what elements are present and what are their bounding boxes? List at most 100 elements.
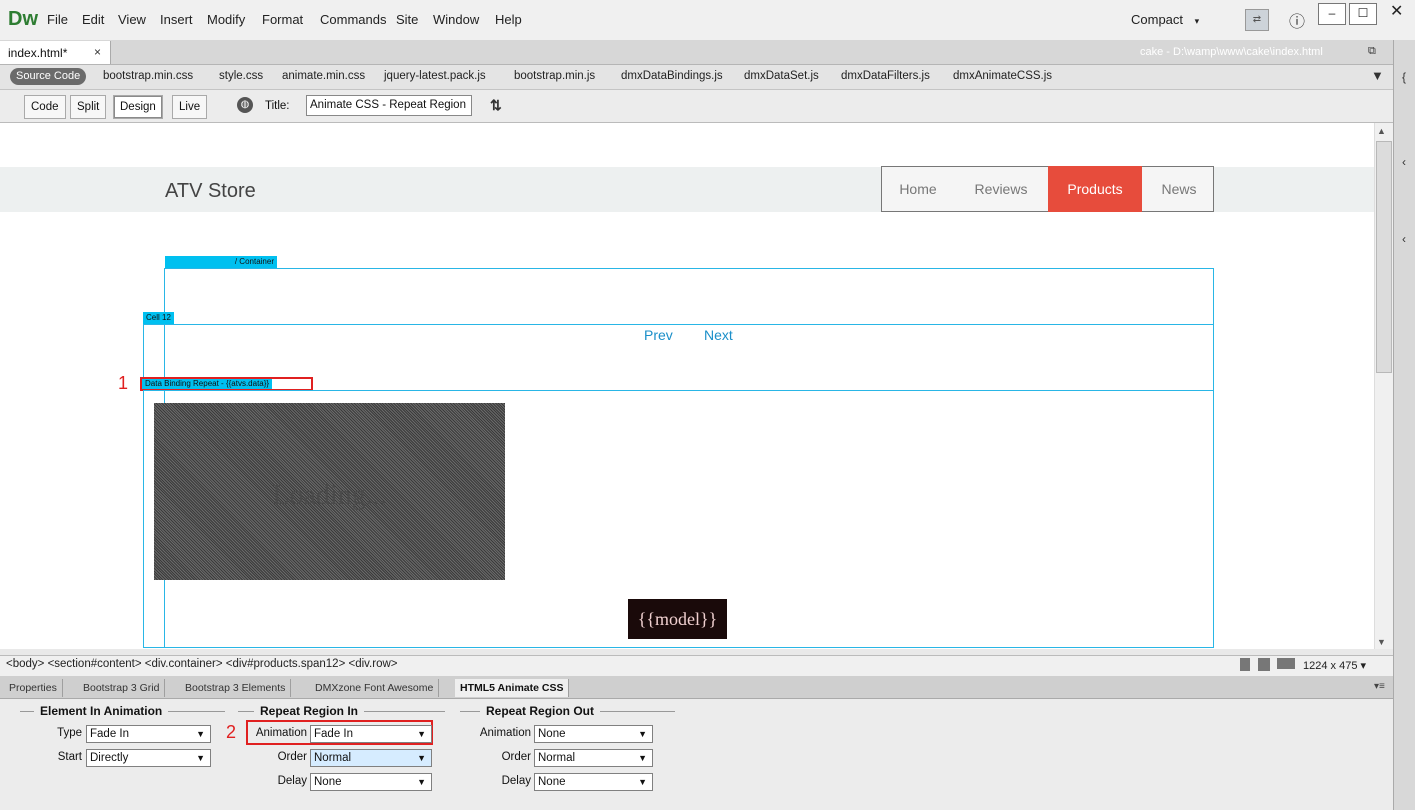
prev-link[interactable]: Prev xyxy=(644,327,673,343)
panel-options-icon[interactable]: ▾≡ xyxy=(1374,681,1385,692)
related-file[interactable]: bootstrap.min.css xyxy=(103,70,193,82)
document-tab-label: index.html* xyxy=(8,46,68,60)
window-size-menu[interactable]: 1224 x 475 ▾ xyxy=(1303,659,1366,672)
repeat-in-animation-label: Animation xyxy=(255,727,307,739)
repeat-out-delay-value: None xyxy=(538,776,566,788)
repeat-out-animation-select[interactable]: None ▼ xyxy=(534,725,653,743)
minimize-button[interactable]: – xyxy=(1318,3,1346,25)
menu-site[interactable]: Site xyxy=(396,12,418,27)
app-logo: Dw xyxy=(8,8,38,30)
related-file[interactable]: animate.min.css xyxy=(282,70,365,82)
start-value: Directly xyxy=(90,752,129,764)
nav-reviews[interactable]: Reviews xyxy=(958,166,1044,212)
title-input[interactable]: Animate CSS - Repeat Region xyxy=(306,95,472,116)
menu-view[interactable]: View xyxy=(118,12,146,27)
dropdown-arrow-icon: ▼ xyxy=(417,729,426,739)
nav-products[interactable]: Products xyxy=(1048,166,1142,212)
filter-icon[interactable]: ▼ xyxy=(1371,68,1384,83)
callout-marker-2: 2 xyxy=(226,722,237,742)
globe-icon[interactable]: ◍ xyxy=(237,97,253,113)
menu-insert[interactable]: Insert xyxy=(160,12,193,27)
related-file[interactable]: style.css xyxy=(219,70,263,82)
repeat-out-order-select[interactable]: Normal ▼ xyxy=(534,749,653,767)
chevron-left-icon[interactable]: ‹ xyxy=(1402,155,1406,169)
menu-help[interactable]: Help xyxy=(495,12,522,27)
maximize-button[interactable]: ☐ xyxy=(1349,3,1377,25)
tab-html5-animate-css[interactable]: HTML5 Animate CSS xyxy=(455,679,570,697)
dropdown-arrow-icon: ▼ xyxy=(638,777,647,787)
code-view-button[interactable]: Code xyxy=(24,95,66,119)
repeat-out-order-value: Normal xyxy=(538,752,576,764)
related-file[interactable]: jquery-latest.pack.js xyxy=(384,70,486,82)
nav-home[interactable]: Home xyxy=(890,166,946,212)
menu-window[interactable]: Window xyxy=(433,12,479,27)
related-file[interactable]: dmxAnimateCSS.js xyxy=(953,70,1052,82)
menu-format[interactable]: Format xyxy=(262,12,303,27)
type-label: Type xyxy=(57,727,82,739)
repeat-in-delay-select[interactable]: None ▼ xyxy=(310,773,432,791)
tab-properties[interactable]: Properties xyxy=(4,679,63,697)
menu-file[interactable]: File xyxy=(47,12,68,27)
repeat-out-delay-select[interactable]: None ▼ xyxy=(534,773,653,791)
tablet-size-icon[interactable] xyxy=(1258,658,1270,671)
callout-marker-1: 1 xyxy=(118,373,129,393)
repeat-in-order-value: Normal xyxy=(314,752,352,764)
brand-title[interactable]: ATV Store xyxy=(165,180,256,203)
image-loading-text: Loading... xyxy=(272,480,387,511)
repeat-in-title: Repeat Region In xyxy=(254,704,365,718)
info-icon[interactable]: ⓘ xyxy=(1287,8,1307,31)
highlight-box xyxy=(140,377,313,391)
close-window-button[interactable]: ✕ xyxy=(1390,1,1403,21)
document-toolbar xyxy=(0,90,1393,123)
scrollbar-thumb[interactable] xyxy=(1376,141,1392,373)
model-binding[interactable]: {{model}} xyxy=(628,599,727,639)
repeat-out-order-label: Order xyxy=(501,751,531,763)
menu-commands[interactable]: Commands xyxy=(320,12,386,27)
source-code-button[interactable]: Source Code xyxy=(10,68,87,85)
menu-edit[interactable]: Edit xyxy=(82,12,104,27)
related-file[interactable]: dmxDataBindings.js xyxy=(621,70,723,82)
title-label: Title: xyxy=(265,100,290,112)
tab-bootstrap-elements[interactable]: Bootstrap 3 Elements xyxy=(180,679,292,697)
design-view-button[interactable]: Design xyxy=(113,95,163,119)
repeat-in-order-select[interactable]: Normal ▼ xyxy=(310,749,432,767)
repeat-out-animation-label: Animation xyxy=(479,727,531,739)
next-link[interactable]: Next xyxy=(704,327,733,343)
dropdown-arrow-icon: ▼ xyxy=(417,777,426,787)
type-select[interactable]: Fade In ▼ xyxy=(86,725,211,743)
dropdown-arrow-icon: ▼ xyxy=(196,753,205,763)
scroll-down-icon[interactable]: ▼ xyxy=(1377,637,1386,647)
mobile-size-icon[interactable] xyxy=(1240,658,1250,671)
workspace-switcher[interactable]: Compact ▾ xyxy=(1125,9,1219,31)
close-tab-icon[interactable]: × xyxy=(94,45,101,59)
related-file[interactable]: dmxDataFilters.js xyxy=(841,70,930,82)
nav-news[interactable]: News xyxy=(1146,166,1212,212)
tab-font-awesome[interactable]: DMXzone Font Awesome xyxy=(310,679,440,697)
restore-document-icon[interactable]: ⧉ xyxy=(1368,45,1376,58)
cell-tag[interactable]: Cell 12 xyxy=(143,312,174,324)
repeat-in-delay-label: Delay xyxy=(277,775,307,787)
start-select[interactable]: Directly ▼ xyxy=(86,749,211,767)
tab-bootstrap-grid[interactable]: Bootstrap 3 Grid xyxy=(78,679,166,697)
sync-settings-icon[interactable]: ⇄ xyxy=(1245,9,1269,31)
document-path: cake - D:\wamp\www\cake\index.html xyxy=(1140,46,1323,58)
repeat-in-delay-value: None xyxy=(314,776,342,788)
container-tag[interactable]: / Container xyxy=(165,256,277,268)
desktop-size-icon[interactable] xyxy=(1277,658,1295,669)
dropdown-arrow-icon: ▼ xyxy=(196,729,205,739)
dropdown-arrow-icon: ▼ xyxy=(417,753,426,763)
type-value: Fade In xyxy=(90,728,129,740)
repeat-in-animation-select[interactable]: Fade In ▼ xyxy=(310,725,432,743)
file-management-icon[interactable]: ⇅ xyxy=(490,97,502,114)
tag-selector-path[interactable]: <body> <section#content> <div.container>… xyxy=(6,658,397,670)
related-file[interactable]: dmxDataSet.js xyxy=(744,70,819,82)
dropdown-arrow-icon: ▼ xyxy=(638,753,647,763)
element-in-title: Element In Animation xyxy=(34,704,169,718)
split-view-button[interactable]: Split xyxy=(70,95,107,119)
live-view-button[interactable]: Live xyxy=(172,95,208,119)
chevron-left-icon[interactable]: ‹ xyxy=(1402,232,1406,246)
menu-modify[interactable]: Modify xyxy=(207,12,245,27)
related-file[interactable]: bootstrap.min.js xyxy=(514,70,595,82)
scroll-up-icon[interactable]: ▲ xyxy=(1377,126,1386,136)
braces-icon[interactable]: { xyxy=(1402,70,1406,84)
